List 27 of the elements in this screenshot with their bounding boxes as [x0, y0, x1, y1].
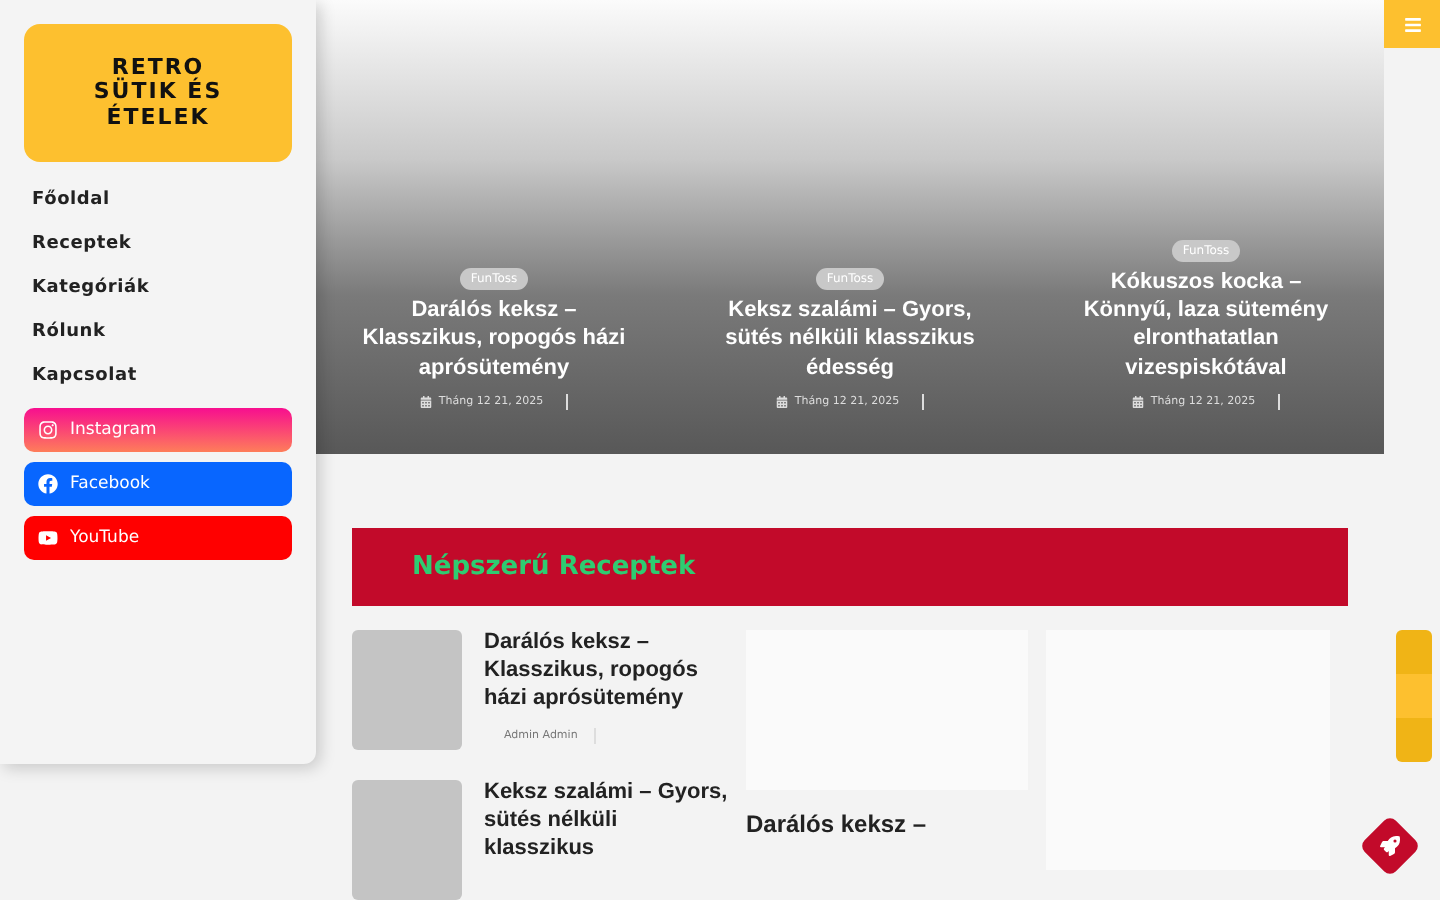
slide-title[interactable]: Kókuszos kocka – Könnyű, laza sütemény elronthatatlan vizespiskótával: [1064, 267, 1348, 382]
post-title[interactable]: Darálós keksz – Klasszikus, ropogós házi aprósütemény: [484, 630, 728, 713]
nav-link[interactable]: Receptek: [24, 222, 292, 266]
nav-link[interactable]: Kategóriák: [24, 266, 292, 310]
calendar-icon: [420, 395, 433, 408]
social-link[interactable]: YouTube: [24, 516, 292, 560]
slide-title[interactable]: Keksz szalámi – Gyors, sütés nélküli klasszikus édesség: [708, 296, 992, 382]
instagram-icon: [38, 420, 58, 440]
social-link[interactable]: Facebook: [24, 462, 292, 506]
nav-link[interactable]: Rólunk: [24, 310, 292, 354]
post-thumbnail[interactable]: [352, 630, 462, 750]
nav-link[interactable]: Főoldal: [24, 178, 292, 222]
post-title[interactable]: Darálós keksz –: [746, 810, 1028, 838]
play-icon: [38, 528, 58, 548]
calendar-icon: [776, 395, 789, 408]
nav-link[interactable]: Kapcsolat: [24, 354, 292, 398]
menu-button[interactable]: [1384, 0, 1440, 48]
calendar-icon: [1132, 395, 1145, 408]
post-title[interactable]: Keksz szalámi – Gyors, sütés nélküli klasszikus: [484, 780, 728, 863]
site-logo[interactable]: RETRO SÜTIK ÉS ÉTELEK: [24, 24, 292, 162]
section-heading: Népszerű Receptek: [412, 551, 696, 582]
slide-title[interactable]: Darálós keksz – Klasszikus, ropogós házi aprósütemény: [352, 296, 636, 382]
menu-icon: [1403, 15, 1421, 33]
post-thumbnail[interactable]: [352, 780, 462, 900]
scroll-widget[interactable]: [1396, 630, 1432, 762]
facebook-icon: [38, 474, 58, 494]
rocket-icon: [1380, 836, 1400, 856]
